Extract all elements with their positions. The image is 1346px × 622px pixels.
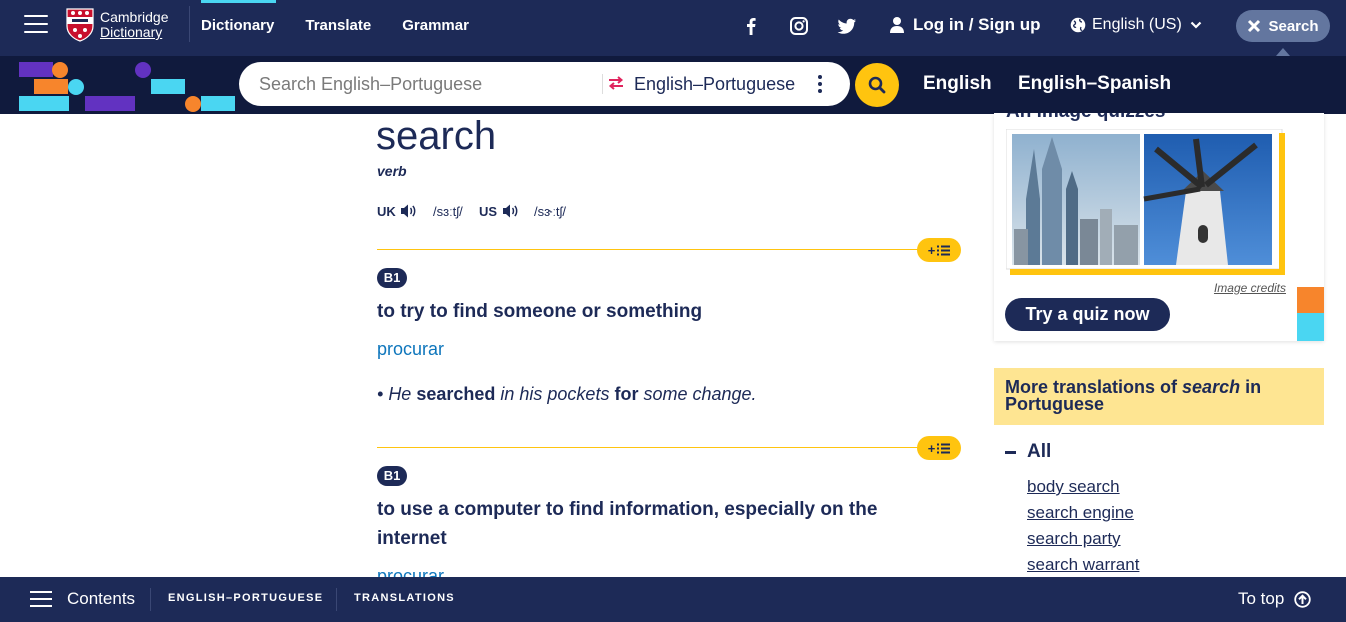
try-quiz-button[interactable]: Try a quiz now <box>1005 298 1170 331</box>
login-link[interactable]: Log in / Sign up <box>889 15 1040 35</box>
close-icon <box>1248 19 1261 33</box>
speaker-icon[interactable] <box>400 203 418 219</box>
to-top-label: To top <box>1238 589 1285 608</box>
login-label: Log in / Sign up <box>913 15 1041 34</box>
definition: to use a computer to find information, e… <box>377 499 878 549</box>
image-quiz-card: An image quizzes Image credits <box>994 113 1324 341</box>
divider <box>336 588 337 611</box>
search-toggle-label: Search <box>1268 17 1319 35</box>
sense-divider <box>377 447 922 448</box>
minus-icon <box>1005 450 1016 454</box>
swap-icon[interactable] <box>608 76 624 90</box>
more-icon[interactable] <box>817 74 823 94</box>
uk-label: UK <box>377 204 396 219</box>
globe-icon <box>1070 17 1086 33</box>
divider <box>602 74 603 94</box>
more-translations-heading: More translations of search in Portugues… <box>994 368 1324 425</box>
decorative-shapes <box>19 62 235 112</box>
menu-icon[interactable] <box>30 591 52 607</box>
facebook-icon[interactable] <box>741 16 761 36</box>
list-icon <box>937 245 951 255</box>
bottom-bar: Contents ENGLISH–PORTUGUESE TRANSLATIONS… <box>0 577 1346 622</box>
quiz-image[interactable] <box>1006 129 1286 275</box>
language-selector[interactable]: English (US) <box>1070 16 1202 34</box>
all-toggle[interactable]: All <box>1005 441 1051 463</box>
level-badge: B1 <box>377 268 407 288</box>
part-of-speech: verb <box>377 163 407 179</box>
translation-link[interactable]: body search <box>1027 477 1120 497</box>
nav-grammar[interactable]: Grammar <box>402 0 469 56</box>
twitter-icon[interactable] <box>837 16 857 36</box>
example-keyword: for <box>614 384 639 404</box>
example-part: He <box>388 384 417 404</box>
dictionary-selector[interactable]: English–Portuguese <box>634 74 795 95</box>
speaker-icon[interactable] <box>502 203 520 219</box>
logo-line1: Cambridge <box>100 9 169 25</box>
search-icon <box>868 76 886 94</box>
language-label: English (US) <box>1092 16 1182 33</box>
definition: to try to find someone or something <box>377 301 703 322</box>
caret-indicator <box>1276 48 1290 56</box>
crest-icon <box>66 8 94 42</box>
search-input[interactable] <box>257 73 587 95</box>
us-pronunciation: /sɝːtʃ/ <box>534 204 567 219</box>
add-to-list-button[interactable]: + <box>917 238 961 262</box>
divider <box>189 6 190 42</box>
instagram-icon[interactable] <box>789 16 809 36</box>
image-credits-link[interactable]: Image credits <box>1214 281 1286 295</box>
menu-icon[interactable] <box>24 15 48 33</box>
list-icon <box>937 443 951 453</box>
example-sentence: • He searched in his pockets for some ch… <box>377 384 757 404</box>
section-link-translations[interactable]: TRANSLATIONS <box>354 592 455 604</box>
search-submit-button[interactable] <box>855 63 899 107</box>
search-bar: English–Portuguese English English–Spani… <box>0 56 1346 114</box>
translation: procurar <box>377 339 445 359</box>
logo-line2: Dictionary <box>100 24 163 40</box>
plus-label: + <box>927 440 936 456</box>
translation-link[interactable]: search warrant <box>1027 555 1139 575</box>
translation-link[interactable]: search party <box>1027 529 1121 549</box>
contents-button[interactable]: Contents <box>67 589 135 609</box>
headword: search <box>376 114 497 158</box>
cambridge-logo[interactable]: Cambridge Dictionary <box>66 8 168 42</box>
nav-dictionary[interactable]: Dictionary <box>201 0 277 56</box>
level-badge: B1 <box>377 466 407 486</box>
section-link-english-portuguese[interactable]: ENGLISH–PORTUGUESE <box>168 592 323 604</box>
main-nav: Dictionary Translate Grammar <box>201 0 500 56</box>
search-box: English–Portuguese <box>239 62 850 106</box>
nav-translate[interactable]: Translate <box>305 0 371 56</box>
decorative-block <box>1297 287 1324 313</box>
plus-label: + <box>927 242 936 258</box>
uk-pronunciation: /sɜːtʃ/ <box>433 204 463 219</box>
to-top-button[interactable]: To top <box>1238 589 1312 609</box>
example-part: in his pockets <box>495 384 615 404</box>
translation-link[interactable]: search engine <box>1027 503 1134 523</box>
example-part: some change. <box>638 384 757 404</box>
sense-divider <box>377 249 922 250</box>
more-translations-word: search <box>1182 377 1241 397</box>
us-label: US <box>479 204 498 219</box>
add-to-list-button[interactable]: + <box>917 436 961 460</box>
search-toggle-button[interactable]: Search <box>1236 10 1330 42</box>
example-keyword: searched <box>416 384 496 404</box>
divider <box>150 588 151 611</box>
user-icon <box>890 17 904 33</box>
dict-link-english[interactable]: English <box>923 73 992 95</box>
all-label: All <box>1027 441 1052 462</box>
top-navigation-bar: Cambridge Dictionary Dictionary Translat… <box>0 0 1346 56</box>
arrow-up-icon <box>1294 590 1312 608</box>
dict-link-english-spanish[interactable]: English–Spanish <box>1018 73 1171 95</box>
decorative-block <box>1297 313 1324 341</box>
chevron-down-icon <box>1190 21 1202 29</box>
